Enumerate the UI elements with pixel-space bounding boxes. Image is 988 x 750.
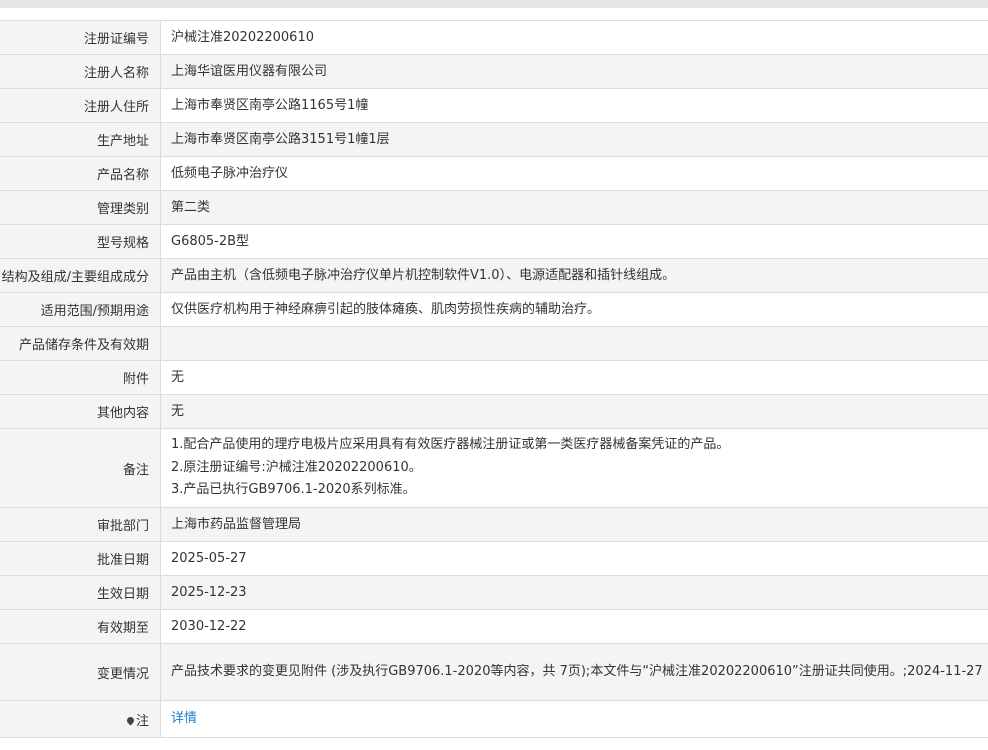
row-label: 型号规格 [0, 224, 161, 259]
registrant-name: 上海华谊医用仪器有限公司 [160, 54, 988, 89]
row-label: 注册证编号 [0, 20, 161, 55]
table-row: 注册证编号 沪械注准20202200610 [0, 20, 988, 55]
table-row: 生产地址 上海市奉贤区南亭公路3151号1幢1层 [0, 122, 988, 157]
table-row: 备注 1.配合产品使用的理疗电极片应采用具有有效医疗器械注册证或第一类医疗器械备… [0, 428, 988, 508]
row-label: 生效日期 [0, 575, 161, 610]
top-scroll-bar [0, 0, 988, 8]
row-label: 审批部门 [0, 507, 161, 542]
pin-icon [127, 717, 134, 726]
row-label: 产品储存条件及有效期 [0, 326, 161, 361]
remark-line: 3.产品已执行GB9706.1-2020系列标准。 [171, 482, 416, 498]
table-row: 注册人名称 上海华谊医用仪器有限公司 [0, 54, 988, 89]
table-row: 适用范围/预期用途 仅供医疗机构用于神经麻痹引起的肢体瘫痪、肌肉劳损性疾病的辅助… [0, 292, 988, 327]
table-row: 注 详情 [0, 700, 988, 738]
other-content: 无 [160, 394, 988, 429]
table-row: 其他内容 无 [0, 394, 988, 429]
table-row: 生效日期 2025-12-23 [0, 575, 988, 610]
approval-date: 2025-05-27 [160, 541, 988, 576]
registrant-address: 上海市奉贤区南亭公路1165号1幢 [160, 88, 988, 123]
row-label: 附件 [0, 360, 161, 395]
row-label: 变更情况 [0, 643, 161, 701]
registration-details-table: 注册证编号 沪械注准20202200610 注册人名称 上海华谊医用仪器有限公司… [0, 20, 988, 738]
attachments: 无 [160, 360, 988, 395]
table-row: 变更情况 产品技术要求的变更见附件 (涉及执行GB9706.1-2020等内容，… [0, 643, 988, 701]
intended-use: 仅供医疗机构用于神经麻痹引起的肢体瘫痪、肌肉劳损性疾病的辅助治疗。 [160, 292, 988, 327]
management-category: 第二类 [160, 190, 988, 225]
table-row: 管理类别 第二类 [0, 190, 988, 225]
table-row: 审批部门 上海市药品监督管理局 [0, 507, 988, 542]
change-history: 产品技术要求的变更见附件 (涉及执行GB9706.1-2020等内容，共 7页)… [160, 643, 988, 701]
row-label: 批准日期 [0, 541, 161, 576]
table-row: 注册人住所 上海市奉贤区南亭公路1165号1幢 [0, 88, 988, 123]
product-name: 低频电子脉冲治疗仪 [160, 156, 988, 191]
table-row: 结构及组成/主要组成成分 产品由主机（含低频电子脉冲治疗仪单片机控制软件V1.0… [0, 258, 988, 293]
production-address: 上海市奉贤区南亭公路3151号1幢1层 [160, 122, 988, 157]
table-row: 有效期至 2030-12-22 [0, 609, 988, 644]
row-label: 适用范围/预期用途 [0, 292, 161, 327]
model-spec: G6805-2B型 [160, 224, 988, 259]
row-label: 管理类别 [0, 190, 161, 225]
table-row: 批准日期 2025-05-27 [0, 541, 988, 576]
details-link[interactable]: 详情 [171, 711, 197, 726]
table-row: 附件 无 [0, 360, 988, 395]
effective-date: 2025-12-23 [160, 575, 988, 610]
remarks: 1.配合产品使用的理疗电极片应采用具有有效医疗器械注册证或第一类医疗器械备案凭证… [160, 428, 988, 508]
row-label: 结构及组成/主要组成成分 [0, 258, 161, 293]
registration-number: 沪械注准20202200610 [160, 20, 988, 55]
structure-composition: 产品由主机（含低频电子脉冲治疗仪单片机控制软件V1.0）、电源适配器和插针线组成… [160, 258, 988, 293]
table-row: 产品储存条件及有效期 [0, 326, 988, 361]
storage-conditions [160, 326, 988, 361]
row-label: 备注 [0, 428, 161, 508]
row-label: 注册人名称 [0, 54, 161, 89]
row-label: 有效期至 [0, 609, 161, 644]
table-row: 型号规格 G6805-2B型 [0, 224, 988, 259]
row-label: 其他内容 [0, 394, 161, 429]
row-label: 注册人住所 [0, 88, 161, 123]
row-label: 产品名称 [0, 156, 161, 191]
remark-line: 2.原注册证编号:沪械注准20202200610。 [171, 459, 422, 475]
note-cell: 详情 [160, 700, 988, 738]
remark-line: 1.配合产品使用的理疗电极片应采用具有有效医疗器械注册证或第一类医疗器械备案凭证… [171, 437, 730, 453]
valid-until: 2030-12-22 [160, 609, 988, 644]
table-row: 产品名称 低频电子脉冲治疗仪 [0, 156, 988, 191]
approval-department: 上海市药品监督管理局 [160, 507, 988, 542]
row-label: 生产地址 [0, 122, 161, 157]
row-label: 注 [0, 700, 161, 738]
